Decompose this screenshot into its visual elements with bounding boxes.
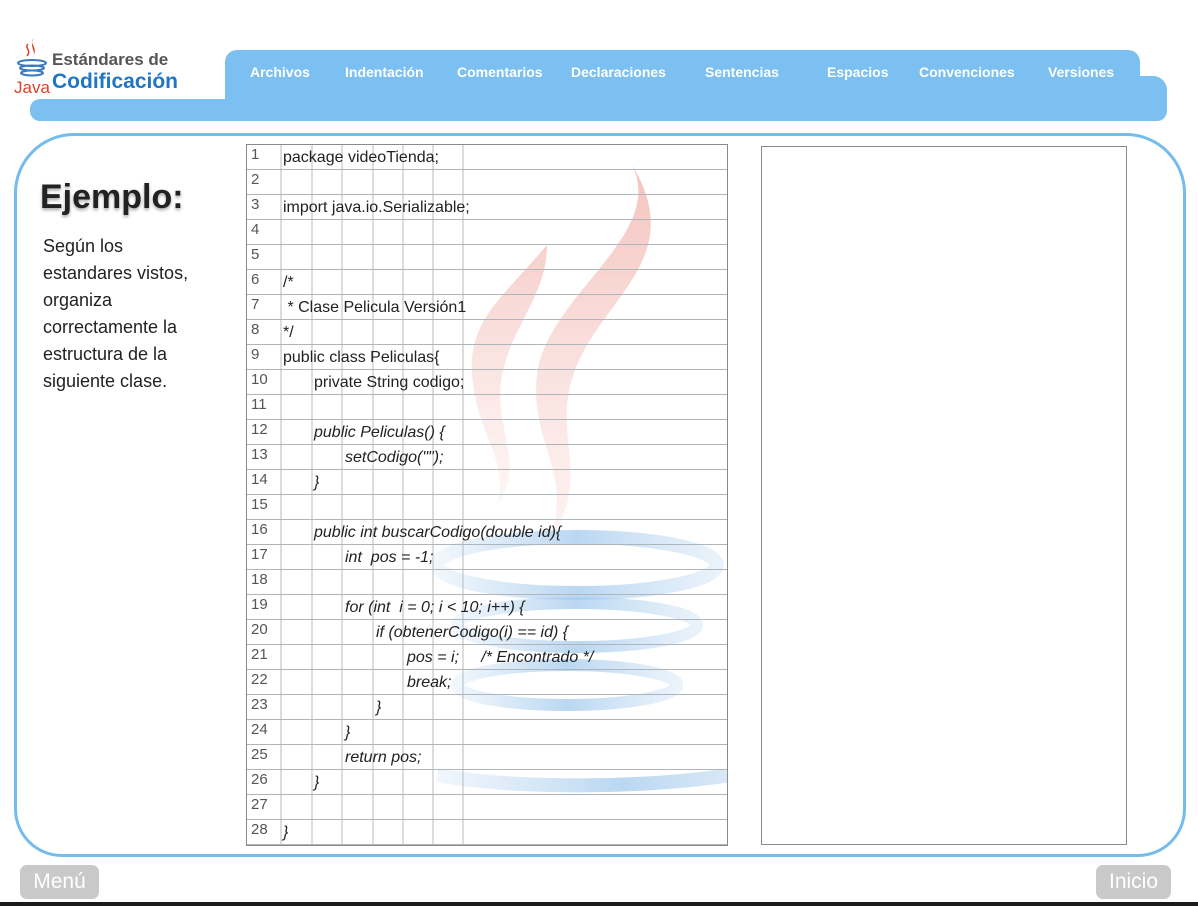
instructions-text: Según los estandares vistos, organiza co… <box>43 236 189 391</box>
line-number: 1 <box>251 146 260 163</box>
nav-item-sentencias[interactable]: Sentencias <box>705 64 779 80</box>
line-number: 8 <box>251 321 260 338</box>
code-line: 22 break; <box>247 670 727 695</box>
line-number: 14 <box>251 471 268 488</box>
line-number: 11 <box>251 396 267 413</box>
code-text: } <box>376 699 382 716</box>
code-text: private String codigo; <box>314 374 465 391</box>
code-line: 9 public class Peliculas{ <box>247 345 727 370</box>
logo-title-line2: Codificación <box>52 70 179 93</box>
code-text: for (int i = 0; i < 10; i++) { <box>345 599 525 616</box>
line-number: 6 <box>251 271 260 288</box>
code-line: 10 private String codigo; <box>247 370 727 395</box>
code-line: 11 <box>247 395 727 420</box>
line-number: 12 <box>251 421 268 438</box>
code-line: 6 /* <box>247 270 727 295</box>
nav-item-versiones[interactable]: Versiones <box>1048 64 1114 80</box>
bottom-divider <box>0 902 1198 906</box>
home-button[interactable]: Inicio <box>1096 865 1171 899</box>
code-text: return pos; <box>345 749 422 766</box>
line-number: 2 <box>251 171 260 188</box>
logo-java-word: Java <box>14 78 50 97</box>
line-number: 21 <box>251 646 268 663</box>
code-line: 16 public int buscarCodigo(double id){ <box>247 520 727 545</box>
code-text: pos = i; /* Encontrado */ <box>407 649 594 666</box>
line-number: 9 <box>251 346 260 363</box>
app-logo: Java Estándares de Codificación <box>14 36 214 100</box>
line-number: 23 <box>251 696 268 713</box>
page-title: Ejemplo: <box>40 178 184 216</box>
line-number: 16 <box>251 521 268 538</box>
line-number: 13 <box>251 446 268 463</box>
code-text: break; <box>407 674 452 691</box>
code-text: } <box>283 824 289 841</box>
code-line: 2 <box>247 170 727 195</box>
code-line: 21 pos = i; /* Encontrado */ <box>247 645 727 670</box>
line-number: 26 <box>251 771 268 788</box>
nav-item-indentacion[interactable]: Indentación <box>345 64 424 80</box>
line-number: 5 <box>251 246 260 263</box>
code-line: 18 <box>247 570 727 595</box>
code-text: setCodigo(""); <box>345 449 444 466</box>
line-number: 27 <box>251 796 268 813</box>
line-number: 28 <box>251 821 268 838</box>
code-text: } <box>314 774 320 791</box>
code-line: 20 if (obtenerCodigo(i) == id) { <box>247 620 727 645</box>
nav-item-espacios[interactable]: Espacios <box>827 64 888 80</box>
logo-title-line1: Estándares de <box>52 50 169 69</box>
code-text: } <box>314 474 320 491</box>
answer-area[interactable] <box>761 146 1127 845</box>
line-number: 17 <box>251 546 268 563</box>
nav-bar-strip <box>30 99 1167 121</box>
line-number: 3 <box>251 196 260 213</box>
code-text: package videoTienda; <box>283 149 439 166</box>
code-line: 3 import java.io.Serializable; <box>247 195 727 220</box>
line-number: 10 <box>251 371 268 388</box>
line-number: 15 <box>251 496 268 513</box>
line-number: 18 <box>251 571 268 588</box>
code-line: 7 * Clase Pelicula Versión1 <box>247 295 727 320</box>
line-number: 4 <box>251 221 260 238</box>
code-text: int pos = -1; <box>345 549 434 566</box>
code-line: 28} <box>247 820 727 845</box>
line-number: 20 <box>251 621 268 638</box>
nav-item-comentarios[interactable]: Comentarios <box>457 64 543 80</box>
line-number: 22 <box>251 671 268 688</box>
code-text: */ <box>283 324 294 341</box>
line-number: 7 <box>251 296 260 313</box>
nav-item-convenciones[interactable]: Convenciones <box>919 64 1015 80</box>
code-text: public int buscarCodigo(double id){ <box>314 524 562 541</box>
code-line: 12 public Peliculas() { <box>247 420 727 445</box>
code-line: 8 */ <box>247 320 727 345</box>
code-line: 5 <box>247 245 727 270</box>
code-line: 4 <box>247 220 727 245</box>
code-text: if (obtenerCodigo(i) == id) { <box>376 624 569 641</box>
code-line: 15 <box>247 495 727 520</box>
code-listing-panel: 1 package videoTienda; 2 3 import java.io.Se… <box>246 144 728 846</box>
line-number: 24 <box>251 721 268 738</box>
code-text: public Peliculas() { <box>314 424 445 441</box>
code-line: 26} <box>247 770 727 795</box>
code-line: 1 package videoTienda; <box>247 145 727 170</box>
menu-button[interactable]: Menú <box>20 865 99 899</box>
code-line: 14} <box>247 470 727 495</box>
code-text: /* <box>283 274 294 291</box>
code-line: 23} <box>247 695 727 720</box>
line-number: 25 <box>251 746 268 763</box>
code-line: 13 setCodigo(""); <box>247 445 727 470</box>
code-line: 27 <box>247 795 727 820</box>
code-text: * Clase Pelicula Versión1 <box>283 299 467 316</box>
code-line: 25 return pos; <box>247 745 727 770</box>
code-text: import java.io.Serializable; <box>283 199 470 216</box>
code-line: 17 int pos = -1; <box>247 545 727 570</box>
code-text: } <box>345 724 351 741</box>
nav-item-declaraciones[interactable]: Declaraciones <box>571 64 666 80</box>
code-line: 24} <box>247 720 727 745</box>
code-line: 19 for (int i = 0; i < 10; i++) { <box>247 595 727 620</box>
nav-item-archivos[interactable]: Archivos <box>250 64 310 80</box>
code-text: public class Peliculas{ <box>283 349 440 366</box>
line-number: 19 <box>251 596 268 613</box>
